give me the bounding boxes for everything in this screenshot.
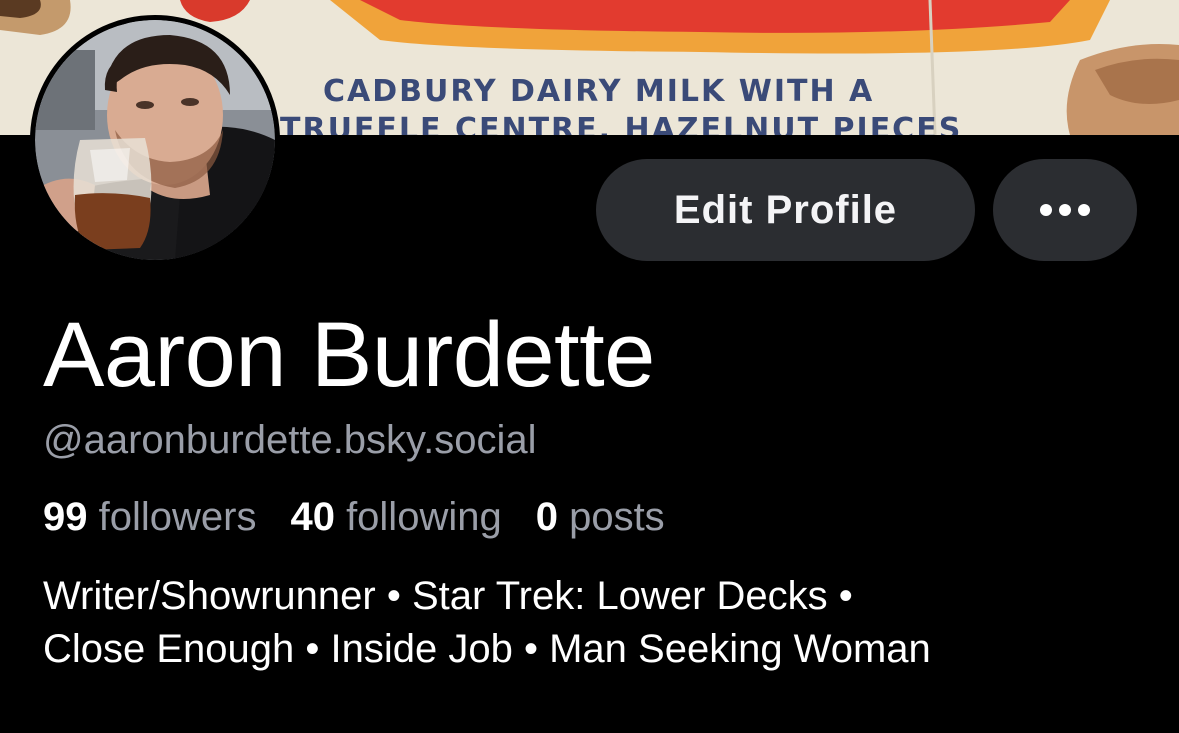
posts-stat: 0 posts xyxy=(536,493,665,541)
bio-line-2: Close Enough • Inside Job • Man Seeking … xyxy=(43,627,931,671)
following-stat[interactable]: 40 following xyxy=(290,493,501,541)
posts-label: posts xyxy=(569,495,665,539)
profile-handle: @aaronburdette.bsky.social xyxy=(43,418,537,462)
followers-count: 99 xyxy=(43,495,99,539)
following-count: 40 xyxy=(290,495,347,539)
following-label: following xyxy=(346,495,502,539)
banner-text-line1: CADBURY DAIRY MILK WITH A xyxy=(323,74,875,109)
ellipsis-icon xyxy=(1040,204,1090,216)
edit-profile-button[interactable]: Edit Profile xyxy=(596,159,975,261)
followers-stat[interactable]: 99 followers xyxy=(43,493,256,541)
avatar[interactable] xyxy=(30,15,280,265)
followers-label: followers xyxy=(98,495,257,539)
display-name: Aaron Burdette xyxy=(43,304,655,406)
more-options-button[interactable] xyxy=(993,159,1137,261)
avatar-image xyxy=(35,20,275,260)
posts-count: 0 xyxy=(535,495,570,539)
banner-text-line2: TRUFFLE CENTRE, HAZELNUT PIECES xyxy=(280,112,963,135)
bio-line-1: Writer/Showrunner • Star Trek: Lower Dec… xyxy=(43,574,853,618)
profile-bio: Writer/Showrunner • Star Trek: Lower Dec… xyxy=(43,570,1153,676)
profile-stats: 99 followers 40 following 0 posts xyxy=(43,493,699,541)
